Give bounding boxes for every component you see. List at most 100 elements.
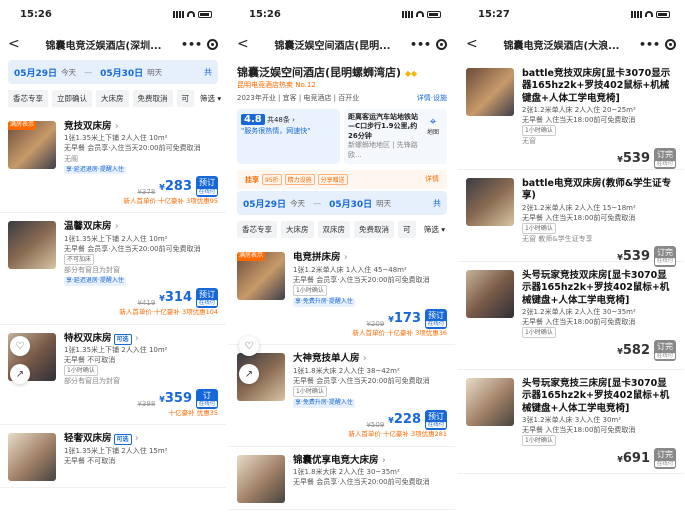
review-quote: "服务很热情，网速快"	[241, 126, 311, 135]
room-item[interactable]: battle竞技双床房[显卡3070显示器165hz2k+罗技402鼠标+机械键…	[458, 60, 684, 170]
map-icon[interactable]: ⌖ 地图	[423, 113, 443, 160]
room-item[interactable]: 头号玩家竞技双床房[显卡3070显示器165hz2k+罗技402鼠标+机械键盘+…	[458, 262, 684, 370]
book-button[interactable]: 预订 在线付	[425, 409, 447, 431]
book-label: 订完	[657, 450, 673, 460]
filter-button[interactable]: 筛选 ▾	[421, 221, 447, 239]
book-button[interactable]: 订在线付	[196, 388, 218, 410]
filter-chip[interactable]: 香芯专享	[8, 90, 48, 107]
price-value: 359	[164, 391, 192, 407]
benefit-tag: 95折	[262, 174, 282, 186]
room-photo[interactable]: 满房表示	[237, 252, 285, 301]
date-selector[interactable]: 05月29日 今天 — 05月30日 明天 共	[237, 191, 447, 216]
room-photo[interactable]	[8, 221, 56, 270]
more-icon[interactable]: •••	[639, 38, 660, 51]
share-icon[interactable]: ↗	[239, 364, 259, 384]
room-tag: 满房表示	[8, 121, 37, 130]
hotel-rank[interactable]: 昆明电竞酒店热卖 No.12	[237, 80, 447, 90]
back-icon[interactable]: <	[466, 36, 484, 52]
battery-icon	[198, 10, 212, 18]
room-photo[interactable]	[8, 433, 56, 482]
confirm-tag: 1小时确认	[522, 327, 556, 339]
room-policy: 无早餐 入住当天18:00前可免费取消	[522, 318, 636, 327]
book-button[interactable]: 订完 在线付	[654, 448, 676, 469]
filter-chip[interactable]: 可	[176, 90, 194, 107]
room-item[interactable]: 轻奢双床房 可选 › 1张1.35米上下铺 2人入住 15m² 无早餐 不可取消	[0, 425, 226, 489]
close-miniapp-icon[interactable]	[436, 38, 447, 50]
status-bar: 15:26	[229, 0, 455, 28]
price-value: 691	[622, 450, 650, 466]
original-price: ¥378	[137, 187, 156, 196]
checkout-date[interactable]: 05月30日	[329, 197, 372, 210]
room-item[interactable]: 头号玩家竞技三床房[显卡3070显示器165hz2k+罗技402鼠标+机械键盘+…	[458, 370, 684, 474]
back-icon[interactable]: <	[237, 36, 255, 52]
date-selector[interactable]: 05月29日 今天 — 05月30日 明天 共	[8, 60, 218, 84]
benefit-head: 挂享	[245, 176, 259, 185]
checkin-date[interactable]: 05月29日	[243, 197, 286, 210]
filter-button[interactable]: 筛选 ▾	[198, 90, 224, 107]
close-miniapp-icon[interactable]	[207, 38, 218, 50]
signal-icon	[402, 10, 413, 18]
favorite-icon[interactable]: ♡	[239, 336, 259, 356]
room-desc: 2张1.2米单人床 2人入住 30~35m²	[522, 308, 636, 317]
book-button[interactable]: 预订 在线付	[196, 287, 218, 309]
back-icon[interactable]: <	[8, 36, 26, 52]
book-button[interactable]: 订完 在线付	[654, 148, 676, 169]
book-label: 订完	[657, 150, 673, 160]
benefit-detail-link[interactable]: 详情	[425, 174, 439, 185]
favorite-icon[interactable]: ♡	[10, 336, 30, 356]
room-item[interactable]: 锦囊优享电竞大床房 › 1张1.8米大床 2人入住 30~35m² 无早餐 会员…	[229, 447, 455, 510]
room-name: 锦囊优享电竞大床房	[293, 454, 379, 466]
filter-chip[interactable]: 免费取消	[354, 221, 394, 239]
checkin-date[interactable]: 05月29日	[14, 66, 57, 79]
room-photo[interactable]	[466, 270, 514, 318]
filter-bar: 香芯专享 大床房 双床房 免费取消 可 筛选 ▾	[229, 215, 455, 244]
room-name: 特权双床房	[64, 332, 112, 344]
hotel-name: 锦囊泛娱空间酒店(昆明螺蛳湾店)	[237, 66, 402, 79]
room-item[interactable]: 满房表示 电竞拼床房 › 1张1.2米单人床 1人入住 45~48m² 无早餐 …	[229, 244, 455, 346]
filter-chip[interactable]: 香芯专享	[237, 221, 277, 239]
detail-link[interactable]: 详情·设施	[417, 93, 447, 103]
more-icon[interactable]: •••	[181, 38, 202, 51]
more-icon[interactable]: •••	[410, 38, 431, 51]
book-button[interactable]: 订完 在线付	[654, 340, 676, 361]
checkout-day: 明天	[147, 67, 163, 77]
book-button[interactable]: 预订 在线付	[196, 176, 218, 197]
location-card[interactable]: 距离客运汽车站地铁站—C口步行1.9公里,约26分钟 新螺蛳地地区 | 先锋路欧…	[344, 109, 447, 165]
room-photo[interactable]	[237, 454, 285, 503]
book-label: 预订	[428, 411, 444, 421]
book-label: 订完	[657, 248, 673, 258]
pay-label: 在线付	[197, 400, 217, 408]
room-item[interactable]: 满房表示 竞技双床房 › 1张1.35米上下铺 2人入住 10m² 无早餐 会员…	[0, 113, 226, 214]
filter-chip[interactable]: 双床房	[317, 221, 350, 239]
room-photo[interactable]: 满房表示	[8, 121, 56, 169]
room-name: 头号玩家竞技三床房[显卡3070显示器165hz2k+罗技402鼠标+机械键盘+…	[522, 378, 670, 414]
room-policy: 无早餐 入住当天18:00前可免费取消	[522, 116, 636, 125]
filter-chip[interactable]: 免费取消	[132, 90, 173, 107]
room-photo[interactable]	[466, 178, 514, 226]
room-perk: 享·免费升房·提醒入住	[293, 399, 355, 408]
room-extra: 部分有窗且为封窗	[64, 266, 120, 274]
filter-chip[interactable]: 立即确认	[52, 90, 92, 107]
room-desc: 1张1.8米大床 2人入住 38~42m²	[293, 366, 400, 375]
close-miniapp-icon[interactable]	[665, 38, 676, 50]
filter-chip[interactable]: 大床房	[96, 90, 129, 107]
room-perk: 享·免费升房·提醒入住	[293, 297, 355, 307]
room-policy: 无早餐 不可取消	[64, 456, 116, 465]
filter-chip[interactable]: 大床房	[281, 221, 314, 239]
room-item[interactable]: 温馨双床房 › 1张1.35米上下铺 2人入住 10m² 无早餐 会员享·入住当…	[0, 213, 226, 325]
filter-chip[interactable]: 可	[398, 221, 416, 239]
pay-label: 在线付	[655, 160, 675, 167]
room-item[interactable]: battle电竞双床房(教师&学生证专享) 2张1.2米单人床 2人入住 15~…	[458, 170, 684, 267]
room-photo[interactable]	[466, 378, 514, 426]
book-button[interactable]: 预订 在线付	[425, 308, 447, 329]
room-extra: 无窗 教师&学生证专享	[522, 234, 593, 243]
room-item[interactable]: 大神竞技单人房 › 1张1.8米大床 2人入住 38~42m² 无早餐 会员享·…	[229, 345, 455, 447]
promo-text: 新人首单价·十亿豪补 3项优惠95	[123, 196, 218, 205]
share-icon[interactable]: ↗	[10, 364, 30, 384]
room-photo[interactable]	[466, 68, 514, 116]
room-item[interactable]: 特权双床房 可选 › 1张1.35米上下铺 2人入住 10m² 无早餐 不可取消 …	[0, 325, 226, 426]
checkout-date[interactable]: 05月30日	[100, 66, 143, 79]
benefit-bar[interactable]: 挂享 95折 精力设施 分享赠送 详情	[237, 170, 447, 190]
night-count: 共	[433, 198, 441, 208]
review-card[interactable]: 4.8 共48条 › "服务很热情，网速快"	[237, 109, 340, 165]
